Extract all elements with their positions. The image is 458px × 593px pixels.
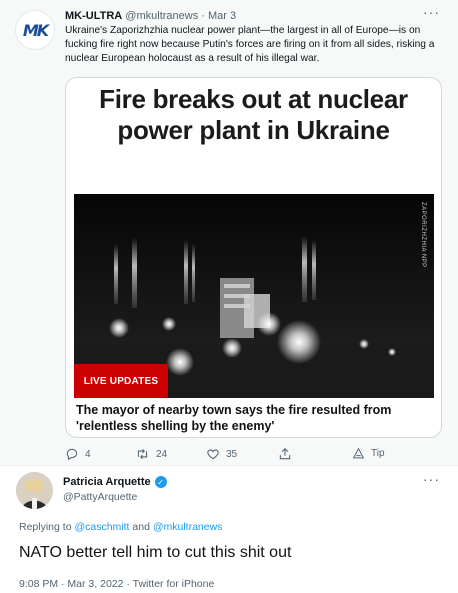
retweet-action[interactable]: 24	[135, 447, 167, 461]
quoted-tweet-date[interactable]: Mar 3	[208, 10, 236, 22]
tip-label: Tip	[371, 448, 385, 459]
mkultra-avatar[interactable]: MK	[15, 10, 55, 50]
verified-badge-icon: ✓	[154, 476, 167, 488]
card-headline: Fire breaks out at nuclear power plant i…	[99, 84, 408, 145]
heart-icon	[207, 449, 219, 460]
mkultra-logo: MK	[22, 20, 49, 40]
reply-icon	[66, 448, 78, 461]
more-options-icon[interactable]: ···	[423, 4, 440, 20]
tip-action[interactable]: Tip	[352, 447, 385, 460]
retweet-icon	[137, 448, 148, 460]
patricia-avatar[interactable]	[16, 472, 53, 509]
news-image-card[interactable]: Fire breaks out at nuclear power plant i…	[65, 77, 442, 438]
card-caption: The mayor of nearby town says the fire r…	[76, 403, 392, 433]
mention-link-caschmitt[interactable]: @caschmitt	[74, 521, 129, 533]
live-updates-badge: LIVE UPDATES	[74, 364, 168, 398]
share-icon	[279, 448, 291, 460]
reply-count: 4	[85, 448, 91, 460]
reply-tweet-text: NATO better tell him to cut this shit ou…	[19, 544, 292, 561]
replying-to-line: Replying to @caschmitt and @mkultranews	[19, 521, 222, 533]
reply-author-handle[interactable]: @PattyArquette	[63, 491, 137, 503]
header-separator: ·	[201, 10, 205, 22]
tweet-actions: 4 24 35 Tip	[65, 447, 445, 463]
tip-icon	[352, 447, 365, 459]
quoted-author-handle[interactable]: @mkultranews	[125, 10, 198, 22]
reply-timestamp[interactable]: 9:08 PM · Mar 3, 2022 · Twitter for iPho…	[19, 578, 214, 590]
quoted-tweet-text: Ukraine's Zaporizhzhia nuclear power pla…	[65, 25, 435, 64]
reply-author-name-text: Patricia Arquette	[63, 476, 151, 488]
reply-action[interactable]: 4	[65, 447, 91, 461]
share-action[interactable]	[278, 447, 292, 461]
replying-and: and	[132, 521, 150, 533]
quoted-tweet[interactable]: MK MK-ULTRA @mkultranews · Mar 3 ··· Ukr…	[0, 0, 458, 466]
replying-prefix: Replying to	[19, 521, 72, 533]
profile-photo	[16, 472, 53, 509]
reply-more-options-icon[interactable]: ···	[423, 471, 440, 487]
like-action[interactable]: 35	[206, 447, 237, 461]
photo-watermark: ZAPORIZHZHIA NPP	[420, 202, 426, 268]
reply-author-name[interactable]: Patricia Arquette ✓	[63, 476, 167, 488]
like-count: 35	[226, 448, 238, 460]
quoted-author-name[interactable]: MK-ULTRA	[65, 10, 122, 22]
quoted-tweet-header: MK-ULTRA @mkultranews · Mar 3	[65, 10, 236, 22]
retweet-count: 24	[156, 448, 168, 460]
mention-link-mkultranews[interactable]: @mkultranews	[153, 521, 223, 533]
